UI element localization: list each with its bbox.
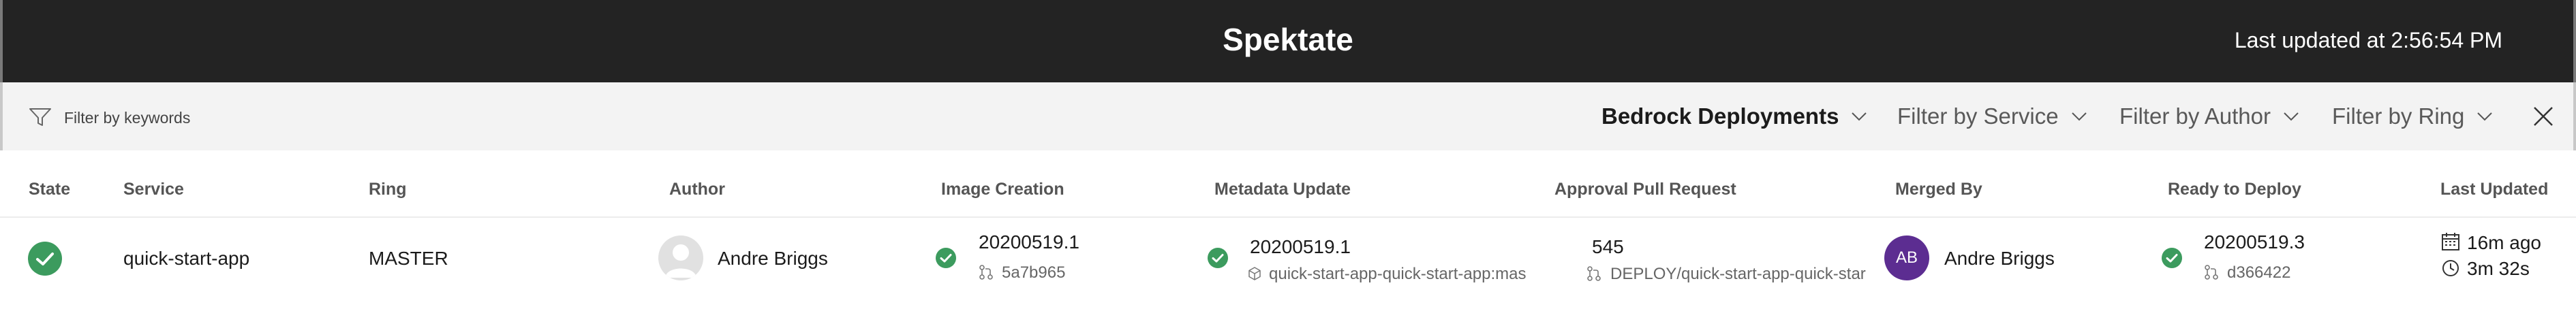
service-filter-label: Filter by Service (1897, 103, 2059, 129)
deployments-dropdown-label: Bedrock Deployments (1601, 103, 1839, 129)
ring-name: MASTER (369, 248, 448, 269)
image-build-link[interactable]: 20200519.1 (979, 231, 1079, 253)
author-filter-dropdown[interactable]: Filter by Author (2119, 101, 2299, 131)
image-commit-hash[interactable]: 5a7b965 (1002, 263, 1065, 282)
column-header-approval-pr[interactable]: Approval Pull Request (1554, 180, 1736, 199)
filter-icon (29, 108, 51, 126)
column-header-ready-to-deploy[interactable]: Ready to Deploy (2168, 180, 2301, 199)
author-name: Andre Briggs (718, 248, 828, 269)
column-header-last-updated[interactable]: Last Updated (2440, 180, 2548, 199)
app-title: Spektate (1223, 22, 1353, 57)
header-divider (0, 216, 2576, 218)
close-icon[interactable] (2532, 105, 2555, 128)
check-circle-icon (1208, 248, 1228, 268)
last-updated-relative: 16m ago (2467, 232, 2541, 253)
deployments-dropdown[interactable]: Bedrock Deployments (1601, 101, 1867, 131)
package-icon (1248, 267, 1261, 280)
chevron-down-icon (2477, 112, 2493, 121)
clock-icon (2442, 260, 2459, 276)
deploy-commit-hash[interactable]: d366422 (2227, 263, 2290, 282)
column-header-author[interactable]: Author (669, 180, 725, 199)
ring-filter-label: Filter by Ring (2332, 103, 2465, 129)
pull-request-branch: DEPLOY/quick-start-app-quick-star (1610, 265, 1866, 283)
pull-request-icon (1587, 266, 1601, 281)
avatar: AB (1884, 235, 1929, 280)
app-header: Spektate Last updated at 2:56:54 PM (0, 0, 2576, 82)
column-header-metadata-update[interactable]: Metadata Update (1214, 180, 1351, 199)
keyword-search-input[interactable] (64, 105, 677, 130)
chevron-down-icon (2284, 112, 2299, 121)
merged-by-name: Andre Briggs (1944, 248, 2055, 269)
check-circle-icon (2162, 248, 2182, 268)
check-circle-icon (28, 242, 62, 276)
commit-icon (979, 265, 993, 280)
default-avatar-icon (658, 235, 703, 280)
column-header-image-creation[interactable]: Image Creation (941, 180, 1064, 199)
chevron-down-icon (2071, 112, 2087, 121)
chevron-down-icon (1852, 112, 1867, 121)
last-updated-text: Last updated at 2:56:54 PM (2234, 28, 2502, 52)
metadata-build-link[interactable]: 20200519.1 (1250, 236, 1351, 258)
column-header-service[interactable]: Service (123, 180, 184, 199)
metadata-image-tag: quick-start-app-quick-start-app:mas (1269, 265, 1527, 283)
column-header-state[interactable]: State (29, 180, 70, 199)
pull-request-link[interactable]: 545 (1592, 236, 1624, 258)
column-header-ring[interactable]: Ring (369, 180, 407, 199)
last-updated-duration: 3m 32s (2467, 258, 2530, 279)
commit-icon (2205, 265, 2218, 280)
deploy-build-link[interactable]: 20200519.3 (2204, 231, 2305, 253)
column-header-merged-by[interactable]: Merged By (1895, 180, 1982, 199)
service-filter-dropdown[interactable]: Filter by Service (1897, 101, 2087, 131)
filter-bar: Bedrock Deployments Filter by Service Fi… (0, 82, 2576, 150)
ring-filter-dropdown[interactable]: Filter by Ring (2332, 101, 2493, 131)
check-circle-icon (936, 248, 956, 268)
calendar-icon (2442, 233, 2459, 250)
author-filter-label: Filter by Author (2119, 103, 2271, 129)
service-name: quick-start-app (123, 248, 250, 269)
